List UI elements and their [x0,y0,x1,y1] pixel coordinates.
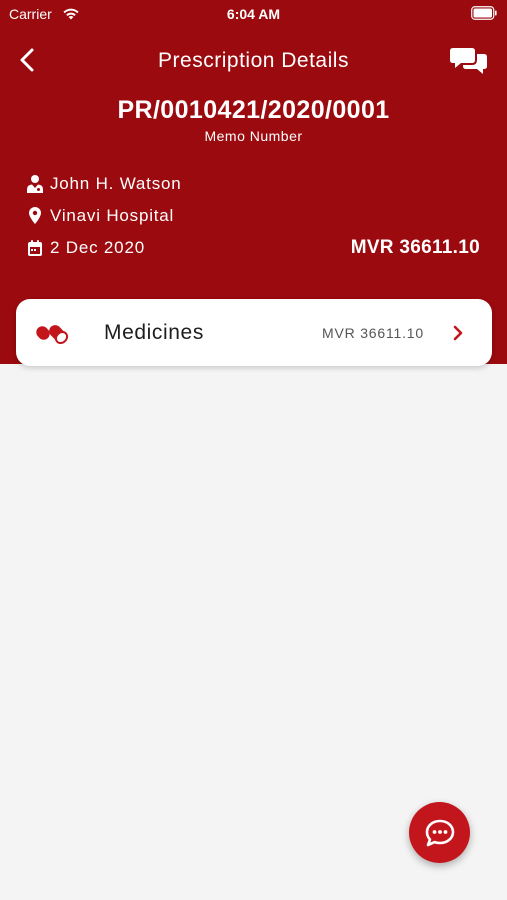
doctor-icon [27,175,43,193]
hospital-name: Vinavi Hospital [50,206,175,225]
location-pin-icon [29,207,41,224]
medicines-amount: MVR 36611.10 [322,325,424,341]
prescription-date: 2 Dec 2020 [50,238,145,257]
status-bar: Carrier 6:04 AM [0,0,507,28]
message-icon [425,819,455,847]
medicines-label: Medicines [104,321,204,344]
chat-button[interactable] [450,45,488,75]
chat-bubbles-icon [450,48,487,74]
total-amount: MVR 36611.10 [350,237,480,258]
chevron-right-icon [453,325,463,341]
doctor-name: John H. Watson [50,174,182,193]
memo-number-label: Memo Number [204,128,303,144]
chat-fab-button[interactable] [409,802,470,863]
page-title: Prescription Details [158,49,349,72]
memo-number: PR/0010421/2020/0001 [117,96,390,124]
pill-icon [36,325,69,345]
calendar-icon [28,240,42,256]
medicines-card[interactable]: Medicines MVR 36611.10 [16,299,492,366]
battery-icon [471,6,497,20]
clock: 6:04 AM [226,6,281,22]
